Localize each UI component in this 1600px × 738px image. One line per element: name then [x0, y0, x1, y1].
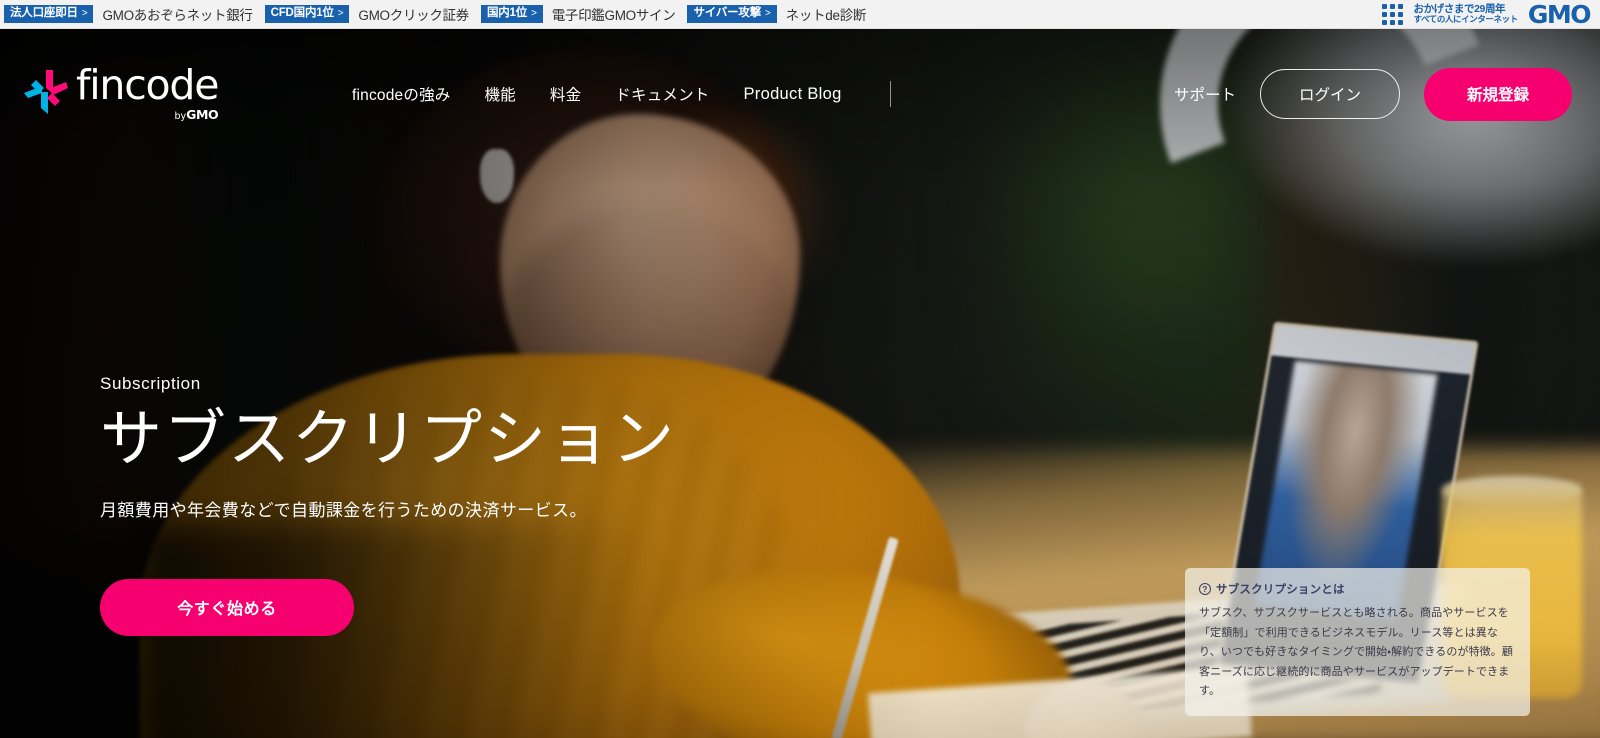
- site-header: fincode byGMO fincodeの強み 機能 料金 ドキュメント Pr…: [0, 29, 1600, 159]
- gmo-service-badge-3[interactable]: サイバー攻撃 >: [687, 4, 777, 24]
- fincode-by-text: by: [174, 111, 187, 123]
- nav-item-documents[interactable]: ドキュメント: [615, 83, 709, 105]
- nav-item-strengths[interactable]: fincodeの強み: [352, 83, 450, 105]
- gmo-service-name-2[interactable]: 電子印鑑GMOサイン: [543, 4, 688, 24]
- gmo-service-badge-label-3: サイバー攻撃: [693, 7, 762, 20]
- gmo-service-badge-0[interactable]: 法人口座即日 >: [4, 4, 94, 24]
- glossary-card: ? サブスクリプションとは サブスク、サブスクサービスとも略される。商品やサービ…: [1185, 568, 1530, 716]
- gmo-logo[interactable]: GMO: [1528, 2, 1594, 27]
- gmo-service-name-1[interactable]: GMOクリック証券: [349, 4, 481, 24]
- gmo-service-badge-1[interactable]: CFD国内1位 >: [264, 4, 350, 24]
- gmo-service-link-0[interactable]: 法人口座即日 > GMOあおぞらネット銀行: [4, 4, 265, 24]
- signup-button[interactable]: 新規登録: [1424, 67, 1572, 121]
- nav-item-pricing[interactable]: 料金: [550, 83, 581, 105]
- hero-subtitle: 月額費用や年会費などで自動課金を行うための決済サービス。: [100, 501, 587, 521]
- gmo-service-badge-2[interactable]: 国内1位 >: [480, 4, 543, 24]
- header-actions: サポート ログイン 新規登録: [1174, 67, 1572, 121]
- question-mark-icon: ?: [1199, 583, 1211, 596]
- hero-section: fincode byGMO fincodeの強み 機能 料金 ドキュメント Pr…: [0, 29, 1600, 738]
- chevron-right-icon: >: [765, 8, 771, 19]
- fincode-by-gmo: byGMO: [175, 107, 219, 122]
- gmo-service-links: 法人口座即日 > GMOあおぞらネット銀行 CFD国内1位 > GMOクリック証…: [0, 0, 878, 28]
- login-button[interactable]: ログイン: [1260, 69, 1400, 119]
- nav-divider: [889, 81, 891, 107]
- glossary-heading-text: サブスクリプションとは: [1216, 584, 1345, 597]
- gmo-tagline-line2: すべての人にインターネット: [1413, 14, 1518, 25]
- chevron-right-icon: >: [81, 8, 88, 19]
- fincode-gmo-text: GMO: [186, 107, 219, 123]
- gmo-tagline: おかげさまで29周年 すべての人にインターネット: [1413, 3, 1518, 25]
- gmo-service-badge-label-2: 国内1位: [486, 7, 528, 20]
- support-link[interactable]: サポート: [1174, 83, 1236, 105]
- gmo-service-badge-label-1: CFD国内1位: [270, 7, 334, 20]
- gmo-service-badge-label-0: 法人口座即日: [10, 7, 78, 20]
- get-started-button[interactable]: 今すぐ始める: [100, 578, 354, 636]
- nav-item-product-blog[interactable]: Product Blog: [744, 85, 842, 104]
- fincode-wordmark: fincode byGMO: [76, 60, 219, 122]
- grid-menu-icon[interactable]: [1382, 3, 1404, 25]
- hero-title: サブスクリプション: [100, 406, 677, 474]
- chevron-right-icon: >: [337, 8, 344, 19]
- fincode-logo[interactable]: fincode byGMO: [22, 60, 232, 122]
- fincode-wordmark-text: fincode: [76, 60, 219, 109]
- gmo-service-name-3[interactable]: ネットde診断: [777, 4, 878, 24]
- glossary-heading: ? サブスクリプションとは: [1199, 581, 1514, 597]
- gmo-service-name-0[interactable]: GMOあおぞらネット銀行: [93, 4, 264, 24]
- fincode-mark-icon: [22, 68, 70, 116]
- main-navigation: fincodeの強み 機能 料金 ドキュメント Product Blog: [352, 81, 905, 107]
- hero-copy: Subscription サブスクリプション 月額費用や年会費などで自動課金を行…: [100, 374, 676, 636]
- gmo-utility-bar: 法人口座即日 > GMOあおぞらネット銀行 CFD国内1位 > GMOクリック証…: [0, 0, 1600, 29]
- gmo-corporate-block: おかげさまで29周年 すべての人にインターネット GMO: [1382, 0, 1594, 28]
- chevron-right-icon: >: [531, 8, 537, 19]
- gmo-service-link-1[interactable]: CFD国内1位 > GMOクリック証券: [264, 4, 481, 24]
- nav-item-features[interactable]: 機能: [484, 83, 515, 105]
- gmo-service-link-3[interactable]: サイバー攻撃 > ネットde診断: [687, 4, 878, 24]
- hero-eyebrow: Subscription: [100, 374, 201, 393]
- gmo-service-link-2[interactable]: 国内1位 > 電子印鑑GMOサイン: [480, 4, 688, 24]
- glossary-body-text: サブスク、サブスクサービスとも略される。商品やサービスを「定額制」で利用できるビ…: [1199, 607, 1513, 698]
